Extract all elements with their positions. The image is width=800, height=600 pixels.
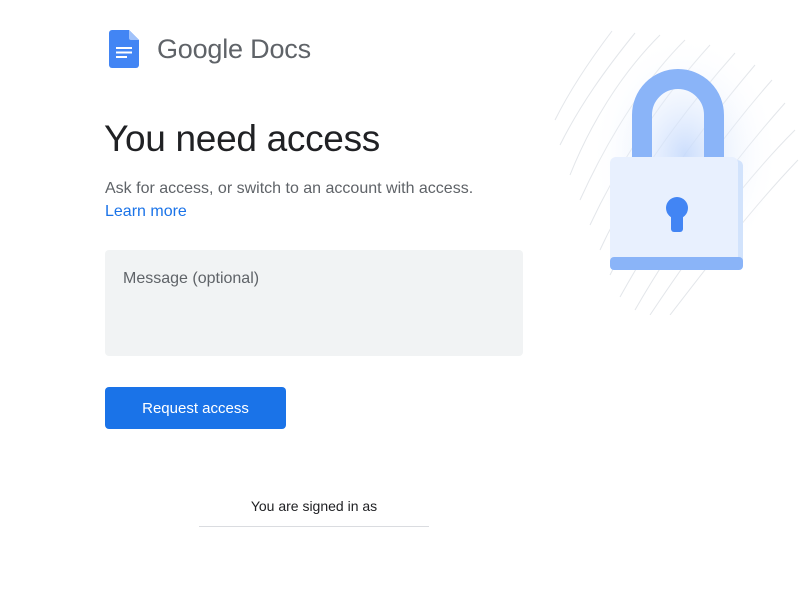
message-input[interactable] bbox=[105, 250, 523, 356]
learn-more-link[interactable]: Learn more bbox=[105, 201, 187, 223]
padlock-icon bbox=[554, 30, 799, 315]
google-docs-icon bbox=[109, 30, 139, 68]
header: Google Docs bbox=[109, 29, 311, 69]
divider bbox=[199, 526, 429, 527]
access-description: Ask for access, or switch to an account … bbox=[105, 180, 474, 197]
signed-in-label: You are signed in as bbox=[250, 498, 378, 514]
page-title: You need access bbox=[104, 118, 380, 159]
request-access-button[interactable]: Request access bbox=[105, 387, 286, 429]
product-name: Google Docs bbox=[157, 33, 311, 64]
